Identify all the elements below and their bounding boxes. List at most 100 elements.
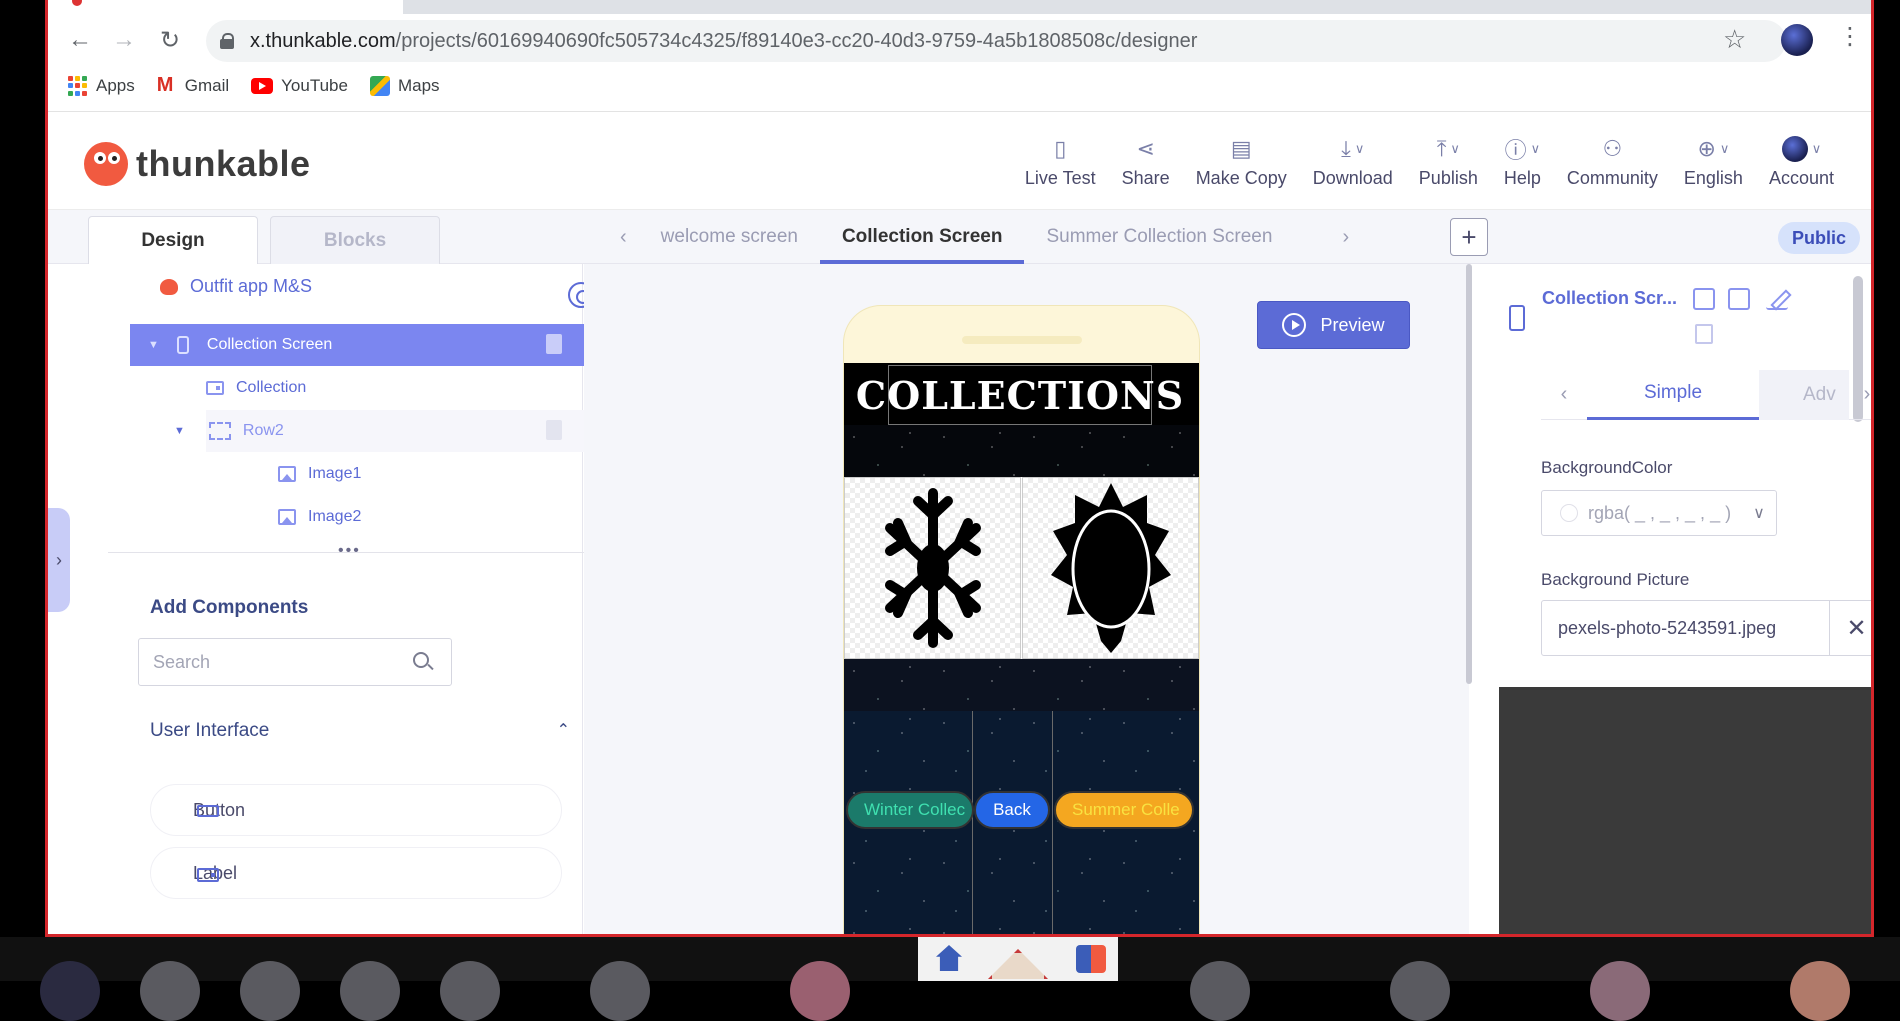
tree-item-collection-screen[interactable]: ▼ Collection Screen — [130, 324, 588, 366]
shared-video-thumbnail[interactable] — [918, 937, 1118, 981]
chevron-right-icon[interactable]: › — [48, 508, 70, 612]
category-user-interface[interactable]: User Interface ⌃ — [150, 720, 570, 742]
tree-item-row2[interactable]: ▼ Row2 — [174, 410, 588, 452]
browser-menu-icon[interactable]: ⋮ — [1838, 22, 1862, 51]
thunkable-logo-icon — [84, 142, 128, 186]
tab-design[interactable]: Design — [88, 216, 258, 264]
publish-button[interactable]: ⤒ ∨ Publish — [1406, 134, 1491, 189]
row2-preview[interactable] — [844, 477, 1199, 659]
chevron-left-icon[interactable]: ‹ — [608, 226, 639, 249]
component-search-input[interactable]: Search — [138, 638, 452, 686]
trash-icon[interactable] — [546, 334, 562, 354]
tab-welcome-screen[interactable]: welcome screen — [639, 210, 820, 264]
project-row[interactable]: Outfit app M&S — [160, 276, 312, 297]
community-button[interactable]: ⚇ Community — [1554, 134, 1671, 189]
forward-arrow-icon[interactable]: → — [106, 22, 142, 58]
chevron-right-icon[interactable]: › — [1849, 383, 1871, 406]
image2-preview[interactable] — [1022, 477, 1199, 659]
chevron-up-icon: ⌃ — [556, 722, 570, 739]
reload-icon[interactable]: ↻ — [152, 22, 188, 58]
button-icon — [197, 805, 219, 817]
public-badge[interactable]: Public — [1778, 222, 1861, 254]
chevron-left-icon[interactable]: ‹ — [1541, 383, 1587, 406]
tree-item-collection[interactable]: Collection — [206, 367, 306, 409]
youtube-icon — [251, 78, 274, 94]
back-arrow-icon[interactable]: ← — [62, 22, 98, 58]
background-picture-field[interactable]: pexels-photo-5243591.jpeg ✕ — [1541, 600, 1871, 656]
tab-blocks[interactable]: Blocks — [270, 216, 440, 264]
background-color-label: BackgroundColor — [1541, 458, 1673, 477]
participant-avatar[interactable] — [1390, 961, 1450, 1021]
header-actions: ▯ Live Test ⋖ Share ▤ Make Copy ⤓ ∨ Downl… — [1012, 134, 1847, 189]
participant-avatar[interactable] — [1190, 961, 1250, 1021]
chevron-right-icon[interactable]: › — [1294, 226, 1361, 249]
tab-simple[interactable]: Simple — [1587, 370, 1759, 420]
address-bar[interactable]: x.thunkable.com/projects/60169940690fc50… — [206, 20, 1786, 62]
participant-avatar[interactable] — [340, 961, 400, 1021]
sun-icon — [1050, 483, 1171, 653]
browser-tab[interactable] — [48, 0, 403, 14]
bookmark-maps[interactable]: Maps — [369, 76, 440, 96]
video-overlay — [1499, 687, 1871, 934]
tree-item-label: Image1 — [308, 465, 362, 482]
participant-avatar[interactable] — [1790, 961, 1850, 1021]
copy-icon: ▤ — [1230, 136, 1252, 161]
bookmark-star-icon[interactable]: ☆ — [1723, 24, 1746, 55]
background-color-picker[interactable]: rgba( _ , _ , _ , _ ) ∨ — [1541, 490, 1777, 536]
trash-icon[interactable] — [1695, 324, 1713, 344]
bookmark-youtube[interactable]: YouTube — [251, 76, 348, 96]
background-picture-label: Background Picture — [1541, 570, 1690, 589]
trash-icon[interactable] — [546, 420, 562, 440]
tree-item-image1[interactable]: Image1 — [278, 453, 361, 495]
component-label[interactable]: Label — [150, 847, 562, 899]
tab-collection-screen[interactable]: Collection Screen — [819, 210, 1025, 264]
add-screen-button[interactable]: + — [1450, 218, 1488, 256]
participant-avatar[interactable] — [1590, 961, 1650, 1021]
play-icon — [1282, 313, 1307, 337]
profile-avatar[interactable] — [1781, 24, 1813, 56]
participant-avatar[interactable] — [40, 961, 100, 1021]
winter-collection-button[interactable]: Winter Collec — [846, 791, 974, 829]
image1-preview[interactable] — [844, 477, 1021, 659]
tab-strip — [48, 0, 1871, 14]
drag-handle-icon[interactable]: ••• — [338, 542, 361, 560]
participant-avatar[interactable] — [240, 961, 300, 1021]
add-folder-icon[interactable] — [1693, 288, 1715, 310]
action-label: English — [1683, 168, 1743, 188]
label-icon — [206, 381, 224, 395]
layout-icon[interactable] — [1728, 288, 1750, 310]
tab-summer-collection-screen[interactable]: Summer Collection Screen — [1024, 210, 1294, 264]
preview-button[interactable]: Preview — [1257, 301, 1410, 349]
caret-down-icon[interactable]: ▼ — [148, 339, 159, 351]
help-button[interactable]: ⓘ ∨ Help — [1491, 134, 1554, 189]
participant-avatar[interactable] — [790, 961, 850, 1021]
component-button[interactable]: Button — [150, 784, 562, 836]
color-swatch — [1560, 504, 1578, 522]
bookmark-gmail[interactable]: Gmail — [157, 74, 229, 97]
language-button[interactable]: ⊕ ∨ English — [1671, 134, 1756, 189]
maps-icon — [369, 76, 390, 96]
make-copy-button[interactable]: ▤ Make Copy — [1183, 134, 1300, 189]
bookmark-apps[interactable]: Apps — [68, 76, 135, 96]
thunkable-logo[interactable]: thunkable — [84, 142, 311, 186]
logo-text: thunkable — [136, 143, 311, 184]
tab-advanced[interactable]: Adv — [1759, 369, 1849, 420]
participant-avatar[interactable] — [590, 961, 650, 1021]
download-icon: ⤓ — [1341, 136, 1351, 161]
pencil-icon[interactable] — [1766, 288, 1788, 310]
caret-down-icon[interactable]: ▼ — [174, 425, 185, 437]
close-icon[interactable]: ✕ — [1829, 601, 1871, 655]
row-layout-icon — [208, 422, 231, 440]
share-button[interactable]: ⋖ Share — [1109, 134, 1183, 189]
download-button[interactable]: ⤓ ∨ Download — [1300, 134, 1406, 189]
collections-title[interactable]: COLLECTIONS — [856, 365, 1183, 425]
summer-collection-button[interactable]: Summer Colle — [1054, 791, 1194, 829]
tree-item-image2[interactable]: Image2 — [278, 496, 361, 538]
back-button[interactable]: Back — [974, 791, 1050, 829]
participant-avatar[interactable] — [140, 961, 200, 1021]
live-test-button[interactable]: ▯ Live Test — [1012, 134, 1109, 189]
image-icon — [278, 466, 296, 482]
participant-avatar[interactable] — [440, 961, 500, 1021]
account-button[interactable]: ∨ Account — [1756, 134, 1847, 189]
category-label: User Interface — [150, 720, 270, 741]
